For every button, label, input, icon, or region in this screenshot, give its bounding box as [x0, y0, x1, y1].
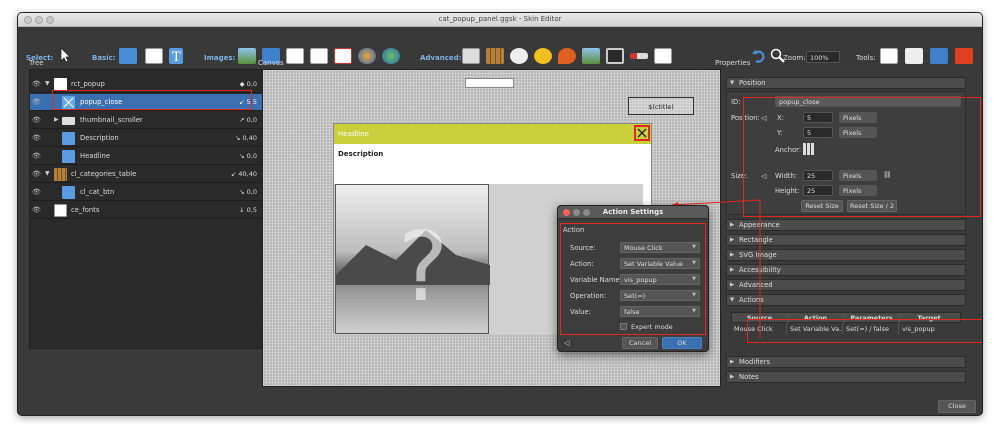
action-group: Action Source: Mouse Click ▼ Action: Set …: [560, 223, 706, 335]
chevron-down-icon: ▼: [692, 292, 696, 298]
expert-mode-checkbox[interactable]: [620, 323, 627, 330]
chevron-down-icon: ▼: [692, 308, 696, 314]
value-label: Value:: [570, 308, 591, 316]
variable-name-value: vis_popup: [624, 276, 657, 284]
variable-name-select[interactable]: vis_popup ▼: [620, 274, 700, 285]
action-group-label: Action: [563, 226, 585, 234]
value-select[interactable]: false ▼: [620, 306, 700, 317]
link-icon[interactable]: ◁: [564, 339, 569, 347]
action-settings-dialog: Action Settings Action Source: Mouse Cli…: [557, 205, 709, 352]
value-value: false: [624, 308, 640, 316]
dialog-title: Action Settings: [602, 208, 664, 216]
dialog-zoom-icon[interactable]: [583, 209, 590, 216]
dialog-close-icon[interactable]: [563, 209, 570, 216]
source-select[interactable]: Mouse Click ▼: [620, 242, 700, 253]
connector-arrow: [671, 199, 761, 338]
variable-name-label: Variable Name:: [570, 276, 623, 284]
action-select[interactable]: Set Variable Value ▼: [620, 258, 700, 269]
expert-mode-label: Expert mode: [631, 323, 673, 331]
cancel-button[interactable]: Cancel: [622, 337, 658, 349]
dialog-title-bar: Action Settings: [558, 206, 708, 219]
chevron-down-icon: ▼: [692, 276, 696, 282]
source-label: Source:: [570, 244, 596, 252]
action-label: Action:: [570, 260, 594, 268]
operation-value: Set(=): [624, 292, 646, 300]
operation-label: Operation:: [570, 292, 607, 300]
dialog-minimize-icon[interactable]: [573, 209, 580, 216]
chevron-down-icon: ▼: [692, 260, 696, 266]
operation-select[interactable]: Set(=) ▼: [620, 290, 700, 301]
action-value: Set Variable Value: [624, 260, 683, 268]
chevron-down-icon: ▼: [692, 244, 696, 250]
ok-button[interactable]: OK: [662, 337, 702, 349]
source-value: Mouse Click: [624, 244, 663, 252]
